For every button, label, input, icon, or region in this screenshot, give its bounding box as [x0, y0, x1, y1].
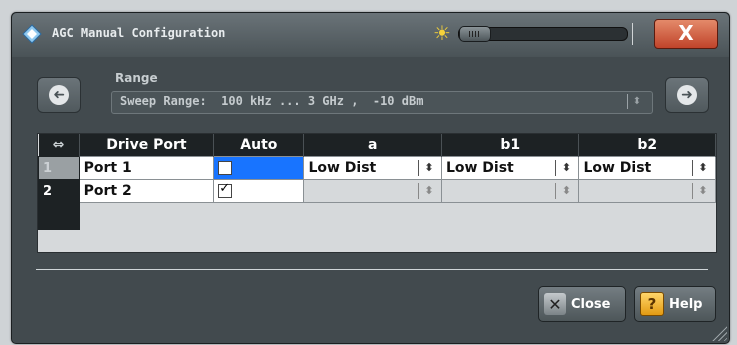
- auto-checkbox[interactable]: [218, 161, 233, 175]
- help-question-icon: ?: [640, 292, 664, 316]
- range-prev-button[interactable]: ➜: [37, 77, 81, 113]
- spin-arrows-icon[interactable]: ⬍: [627, 94, 646, 109]
- b2-dropdown[interactable]: ⬍: [578, 179, 716, 203]
- sun-icon: ☀: [433, 21, 451, 45]
- b1-dropdown[interactable]: Low Dist ⬍: [440, 156, 580, 180]
- slider-thumb[interactable]: [459, 26, 491, 42]
- close-x-icon: ✕: [544, 293, 566, 315]
- window-close-button[interactable]: X: [654, 19, 718, 49]
- auto-checkbox[interactable]: [218, 181, 233, 198]
- column-header-auto: Auto: [213, 134, 305, 157]
- range-next-button[interactable]: ➜: [665, 77, 709, 113]
- column-resize-header[interactable]: ⇔: [38, 134, 80, 157]
- a-value: Low Dist: [308, 160, 377, 176]
- range-group: ➜ Range Sweep Range: 100 kHz ... 3 GHz ,…: [37, 65, 709, 114]
- title-bar[interactable]: AGC Manual Configuration ☀ X: [12, 13, 729, 57]
- agc-table: ⇔ Drive Port Auto a b1 b2 1 Port 1 Low D…: [37, 133, 717, 253]
- empty-row-area: [79, 202, 716, 230]
- agc-dialog: AGC Manual Configuration ☀ X ➜ Range Swe…: [11, 12, 730, 344]
- a-dropdown[interactable]: Low Dist ⬍: [303, 156, 442, 180]
- close-button-label: Close: [571, 296, 611, 312]
- drive-port-cell[interactable]: Port 1: [78, 156, 215, 180]
- a-value: [304, 183, 308, 199]
- close-button[interactable]: ✕ Close: [538, 286, 626, 322]
- transparency-slider[interactable]: [458, 26, 628, 42]
- range-label: Range: [115, 71, 158, 85]
- b2-value: Low Dist: [583, 160, 652, 176]
- spin-arrows-icon[interactable]: ⬍: [555, 183, 576, 199]
- a-dropdown[interactable]: ⬍: [303, 179, 442, 203]
- b2-dropdown[interactable]: Low Dist ⬍: [578, 156, 716, 180]
- b1-value: [442, 183, 446, 199]
- dialog-title: AGC Manual Configuration: [52, 26, 226, 40]
- b2-value: [579, 183, 583, 199]
- spin-arrows-icon[interactable]: ⬍: [417, 183, 439, 199]
- spin-arrows-icon[interactable]: ⬍: [417, 160, 439, 176]
- spin-arrows-icon[interactable]: ⬍: [692, 160, 713, 176]
- auto-cell[interactable]: [213, 179, 305, 203]
- title-divider: [632, 23, 633, 45]
- spin-arrows-icon[interactable]: ⬍: [555, 160, 576, 176]
- table-row-empty: [38, 202, 716, 230]
- b1-value: Low Dist: [445, 160, 514, 176]
- table-row[interactable]: 1 Port 1 Low Dist ⬍ Low Dist ⬍ Low Dist ⬍: [38, 156, 716, 180]
- arrow-left-icon: ➜: [49, 85, 69, 105]
- range-value: Sweep Range: 100 kHz ... 3 GHz , -10 dBm: [120, 94, 424, 108]
- row-number: [38, 202, 80, 230]
- help-button[interactable]: ? Help: [634, 286, 716, 322]
- drive-port-cell[interactable]: Port 2: [78, 179, 215, 203]
- column-header-b2: b2: [578, 134, 716, 157]
- app-diamond-icon: [21, 23, 43, 45]
- resize-arrows-icon: ⇔: [52, 137, 65, 153]
- auto-cell[interactable]: [213, 156, 305, 180]
- table-row[interactable]: 2 Port 2 ⬍ ⬍ ⬍: [38, 179, 716, 203]
- column-header-a: a: [303, 134, 442, 157]
- resize-grip-icon[interactable]: [709, 323, 727, 341]
- spin-arrows-icon[interactable]: ⬍: [692, 183, 713, 199]
- row-number[interactable]: 2: [38, 179, 80, 203]
- footer-divider: [36, 269, 708, 270]
- range-selector[interactable]: Sweep Range: 100 kHz ... 3 GHz , -10 dBm…: [111, 91, 653, 114]
- row-number[interactable]: 1: [38, 156, 80, 180]
- arrow-right-icon: ➜: [677, 85, 697, 105]
- b1-dropdown[interactable]: ⬍: [440, 179, 580, 203]
- column-header-b1: b1: [441, 134, 580, 157]
- help-button-label: Help: [669, 296, 703, 312]
- column-header-drive-port: Drive Port: [79, 134, 215, 157]
